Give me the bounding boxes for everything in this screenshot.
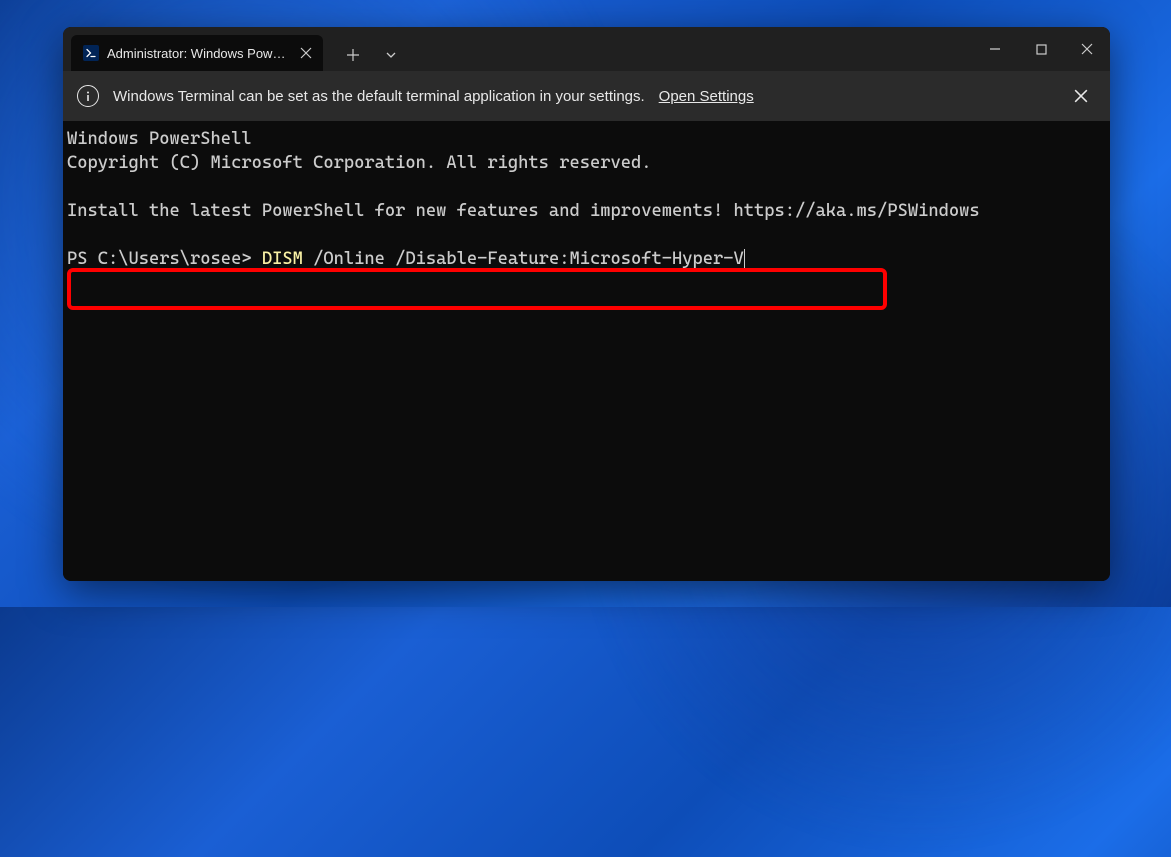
- tab-title: Administrator: Windows PowerS: [107, 46, 287, 61]
- terminal-window: Administrator: Windows PowerS: [63, 27, 1110, 581]
- titlebar[interactable]: Administrator: Windows PowerS: [63, 27, 1110, 71]
- maximize-button[interactable]: [1018, 27, 1064, 71]
- tab-close-button[interactable]: [295, 42, 317, 64]
- info-icon: [77, 85, 99, 107]
- open-settings-link[interactable]: Open Settings: [659, 88, 754, 105]
- powershell-icon: [83, 45, 99, 61]
- info-bar: Windows Terminal can be set as the defau…: [63, 71, 1110, 121]
- tabs-area: Administrator: Windows PowerS: [63, 27, 972, 71]
- text-cursor: [744, 249, 745, 269]
- ps-header-2: Copyright (C) Microsoft Corporation. All…: [67, 153, 651, 173]
- prompt: PS C:\Users\rosee>: [67, 249, 262, 269]
- ps-info-line: Install the latest PowerShell for new fe…: [67, 201, 980, 221]
- window-controls: [972, 27, 1110, 71]
- command-keyword: DISM: [262, 249, 303, 269]
- infobar-close-button[interactable]: [1066, 81, 1096, 111]
- tab-dropdown-button[interactable]: [375, 39, 407, 71]
- info-message: Windows Terminal can be set as the defau…: [113, 88, 645, 105]
- tab-actions: [323, 39, 407, 71]
- minimize-button[interactable]: [972, 27, 1018, 71]
- close-window-button[interactable]: [1064, 27, 1110, 71]
- terminal-output[interactable]: Windows PowerShell Copyright (C) Microso…: [63, 121, 1110, 581]
- command-args: /Online /Disable-Feature:Microsoft-Hyper…: [303, 249, 744, 269]
- tab-powershell[interactable]: Administrator: Windows PowerS: [71, 35, 323, 71]
- new-tab-button[interactable]: [337, 39, 369, 71]
- ps-header-1: Windows PowerShell: [67, 129, 252, 149]
